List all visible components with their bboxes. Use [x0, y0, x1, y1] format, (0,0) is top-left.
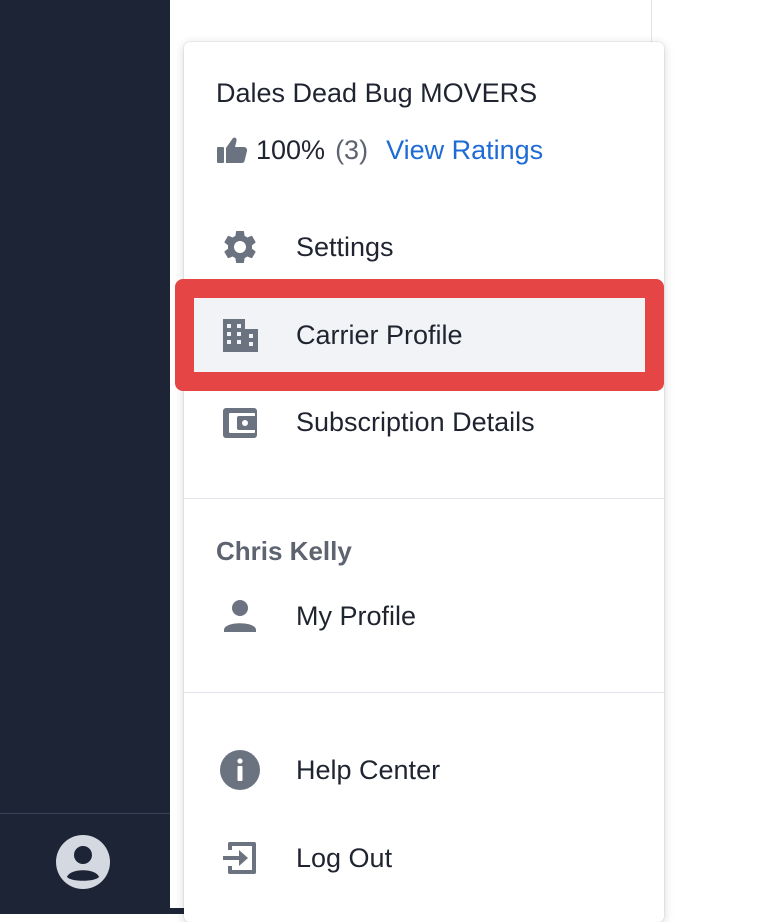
view-ratings-link[interactable]: View Ratings — [386, 135, 543, 166]
user-icon — [218, 594, 262, 638]
menu-item-subscription-details[interactable]: Subscription Details — [184, 385, 664, 459]
menu-item-settings[interactable]: Settings — [184, 210, 664, 284]
menu-item-help-center[interactable]: Help Center — [184, 733, 664, 807]
menu-item-label: Settings — [296, 231, 394, 262]
logout-icon — [218, 836, 262, 880]
menu-item-my-profile[interactable]: My Profile — [184, 579, 664, 653]
menu-divider — [184, 498, 664, 499]
menu-item-log-out[interactable]: Log Out — [184, 821, 664, 895]
wallet-icon — [218, 400, 262, 444]
account-dropdown-menu: Dales Dead Bug MOVERS 100% (3) View Rati… — [184, 42, 664, 922]
menu-item-label: Carrier Profile — [296, 319, 463, 350]
user-section-title: Chris Kelly — [216, 536, 352, 566]
menu-item-label: My Profile — [296, 600, 417, 631]
menu-item-carrier-profile[interactable]: Carrier Profile — [194, 298, 648, 372]
rating-row: 100% (3) View Ratings — [216, 134, 543, 166]
company-name: Dales Dead Bug MOVERS — [216, 78, 538, 108]
content-divider — [651, 0, 652, 44]
gear-icon — [218, 225, 262, 269]
info-icon — [218, 748, 262, 792]
menu-item-label: Help Center — [296, 754, 441, 785]
thumbs-up-icon — [216, 136, 248, 164]
building-icon — [218, 313, 262, 357]
rating-count: (3) — [335, 134, 369, 165]
sidebar — [0, 0, 170, 914]
user-circle-icon[interactable] — [55, 834, 111, 890]
menu-item-label: Log Out — [296, 842, 393, 873]
menu-divider — [184, 692, 664, 693]
menu-item-label: Subscription Details — [296, 406, 535, 437]
rating-percent: 100% — [256, 134, 326, 165]
sidebar-divider — [0, 813, 170, 814]
